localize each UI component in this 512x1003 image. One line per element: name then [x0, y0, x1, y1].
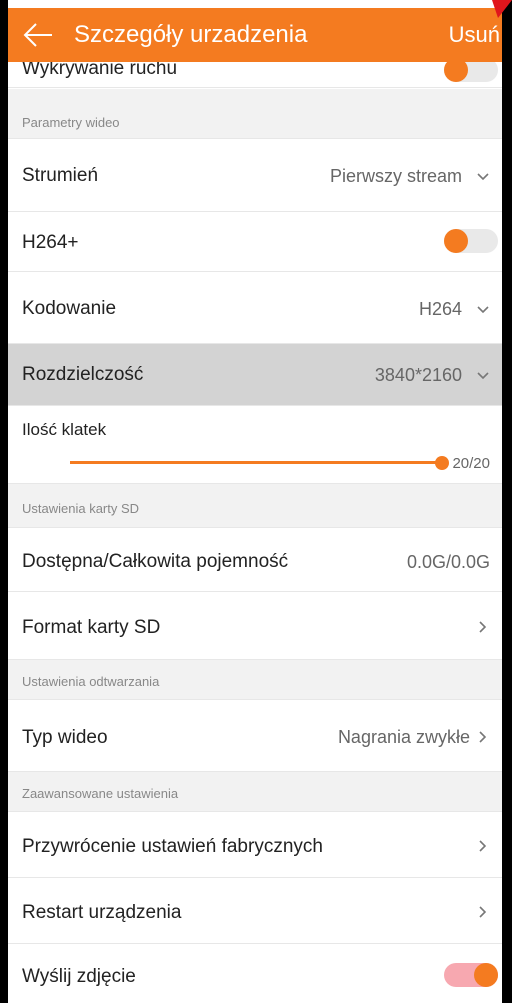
back-arrow-icon[interactable]	[22, 21, 54, 49]
send-photo-toggle[interactable]	[444, 963, 498, 987]
encoding-value: H264	[418, 299, 462, 319]
section-title: Ustawienia odtwarzania	[22, 674, 160, 689]
section-title: Zaawansowane ustawienia	[22, 786, 179, 801]
framerate-value: 20/20	[452, 455, 490, 472]
framerate-label: Ilość klatek	[22, 420, 107, 439]
chevron-down-icon	[477, 372, 489, 380]
section-title: Parametry wideo	[22, 115, 120, 130]
settings-content: Wykrywanie ruchu Szczegóły urzadzenia Us…	[8, 0, 512, 1003]
chevron-right-icon	[479, 840, 487, 852]
factory-reset-label: Przywrócenie ustawień fabrycznych	[22, 836, 323, 857]
delete-button[interactable]: Usuń	[449, 21, 500, 49]
pointer-arrow-icon	[492, 0, 512, 18]
format-sd-label: Format karty SD	[22, 617, 161, 638]
section-playback: Ustawienia odtwarzania	[8, 660, 502, 700]
restart-row[interactable]: Restart urządzenia	[8, 878, 502, 944]
chevron-right-icon	[479, 731, 487, 743]
chevron-down-icon	[477, 173, 489, 181]
capacity-row: Dostępna/Całkowita pojemność 0.0G/0.0G	[8, 528, 502, 592]
send-photo-label: Wyślij zdjęcie	[22, 966, 136, 987]
encoding-label: Kodowanie	[22, 298, 117, 319]
section-video-parameters: Parametry wideo	[8, 89, 502, 139]
capacity-label: Dostępna/Całkowita pojemność	[22, 551, 289, 572]
section-title: Ustawienia karty SD	[22, 501, 140, 516]
page-title: Szczegóły urzadzenia	[74, 21, 308, 48]
video-type-label: Typ wideo	[22, 727, 108, 748]
toggle-knob	[474, 963, 498, 987]
app-header: Szczegóły urzadzenia Usuń	[8, 8, 502, 62]
resolution-value: 3840*2160	[374, 365, 462, 385]
h264plus-label: H264+	[22, 232, 79, 253]
restart-label: Restart urządzenia	[22, 902, 182, 923]
section-sd-card: Ustawienia karty SD	[8, 484, 502, 528]
toggle-knob	[444, 229, 468, 253]
capacity-value: 0.0G/0.0G	[406, 552, 490, 572]
framerate-row: Ilość klatek 20/20	[8, 406, 502, 484]
encoding-row[interactable]: Kodowanie H264	[8, 272, 502, 344]
format-sd-row[interactable]: Format karty SD	[8, 592, 502, 660]
right-border	[502, 0, 512, 1003]
left-border	[0, 0, 8, 1003]
h264plus-toggle[interactable]	[444, 229, 498, 253]
stream-label: Strumień	[22, 165, 99, 186]
stream-row[interactable]: Strumień Pierwszy stream	[8, 139, 502, 212]
stream-value: Pierwszy stream	[329, 166, 462, 186]
framerate-slider-track[interactable]	[70, 461, 442, 464]
section-advanced: Zaawansowane ustawienia	[8, 772, 502, 812]
screen: Wykrywanie ruchu Szczegóły urzadzenia Us…	[0, 0, 512, 1003]
send-photo-row[interactable]: Wyślij zdjęcie	[8, 944, 502, 1003]
resolution-row[interactable]: Rozdzielczość 3840*2160	[8, 344, 502, 406]
factory-reset-row[interactable]: Przywrócenie ustawień fabrycznych	[8, 812, 502, 878]
resolution-label: Rozdzielczość	[22, 364, 144, 385]
chevron-down-icon	[477, 306, 489, 314]
video-type-value: Nagrania zwykłe	[337, 727, 470, 747]
chevron-right-icon	[479, 906, 487, 918]
framerate-slider-thumb[interactable]	[435, 456, 449, 470]
status-bar-gap	[8, 0, 502, 8]
h264plus-row[interactable]: H264+	[8, 212, 502, 272]
video-type-row[interactable]: Typ wideo Nagrania zwykłe	[8, 700, 502, 772]
chevron-right-icon	[479, 621, 487, 633]
